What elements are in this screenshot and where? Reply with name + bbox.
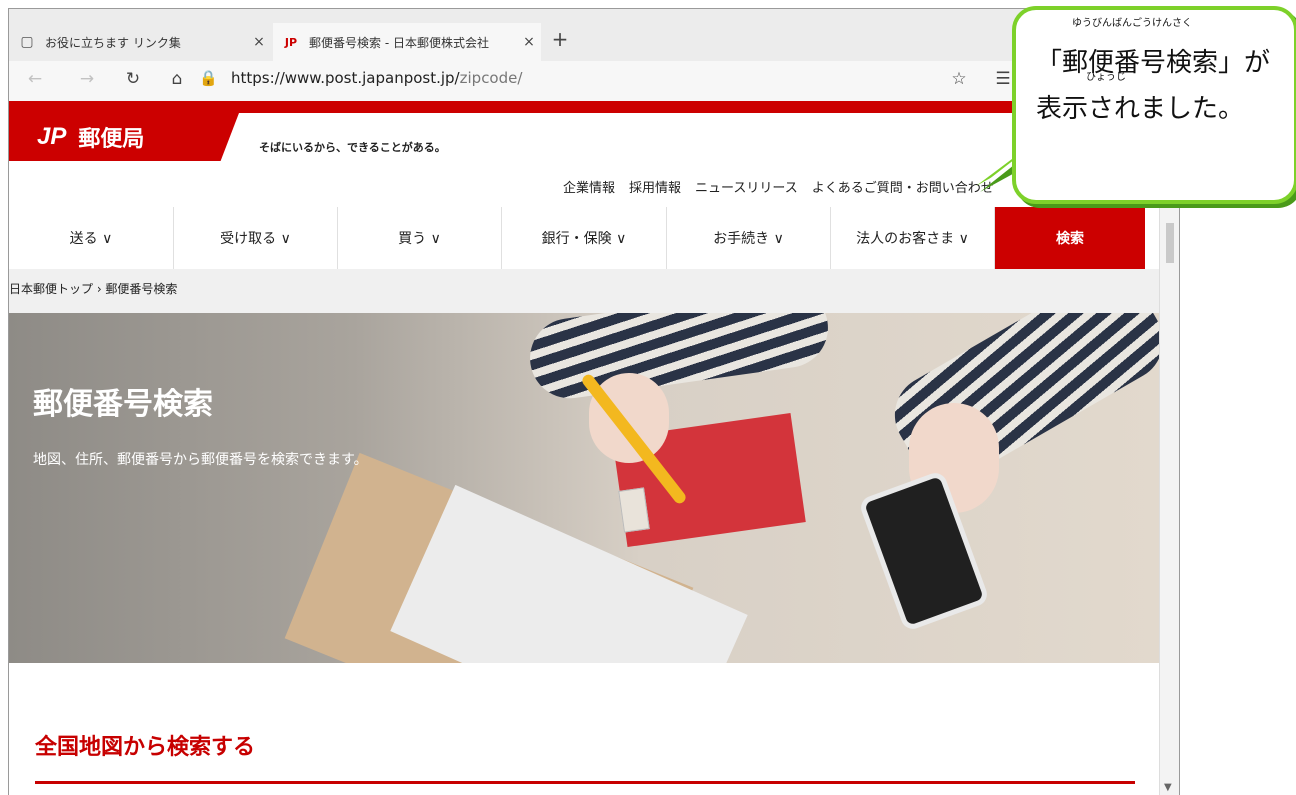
tab-bar: ▢ お役に立ちます リンク集 × JP 郵便番号検索 - 日本郵便株式会社 × …	[9, 9, 1179, 61]
header-red-bar	[9, 101, 1179, 113]
striped-sleeve-image	[524, 313, 834, 404]
nav-receive[interactable]: 受け取る ∨	[174, 207, 338, 269]
tab-zipcode[interactable]: JP 郵便番号検索 - 日本郵便株式会社 ×	[273, 23, 541, 61]
tagline: そばにいるから、できることがある。	[259, 141, 446, 154]
home-icon[interactable]: ⌂	[163, 69, 191, 89]
back-icon[interactable]: ←	[21, 69, 49, 89]
nav-bank-insurance[interactable]: 銀行・保険 ∨	[502, 207, 667, 269]
tab-links[interactable]: ▢ お役に立ちます リンク集 ×	[9, 23, 271, 61]
nav-search-button[interactable]: 検索	[995, 207, 1145, 269]
link-news[interactable]: ニュースリリース	[695, 177, 798, 196]
nav-buy[interactable]: 買う ∨	[338, 207, 502, 269]
page-icon: ▢	[20, 34, 34, 50]
logo-mark: JP	[37, 123, 67, 150]
new-tab-button[interactable]: +	[545, 27, 575, 51]
favorite-star-icon[interactable]: ☆	[945, 69, 973, 89]
global-nav: 送る ∨ 受け取る ∨ 買う ∨ 銀行・保険 ∨ お手続き ∨ 法人のお客さま …	[9, 207, 1179, 269]
section-divider	[35, 781, 1135, 784]
link-recruit[interactable]: 採用情報	[629, 177, 681, 196]
section-title: 全国地図から検索する	[35, 735, 256, 760]
close-icon[interactable]: ×	[247, 34, 271, 50]
callout-text: 「郵便番号検索」が表示されました。	[1036, 48, 1271, 124]
nav-procedures[interactable]: お手続き ∨	[667, 207, 831, 269]
refresh-icon[interactable]: ↻	[119, 69, 147, 89]
forward-icon[interactable]: →	[73, 69, 101, 89]
tab-title: お役に立ちます リンク集	[45, 35, 181, 50]
jp-post-icon: JP	[284, 35, 298, 49]
nav-send[interactable]: 送る ∨	[9, 207, 174, 269]
page-subtitle: 地図、住所、郵便番号から郵便番号を検索できます。	[33, 452, 368, 468]
nav-corporate[interactable]: 法人のお客さま ∨	[831, 207, 995, 269]
address-bar: ← → ↻ ⌂ 🔒 https://www.post.japanpost.jp/…	[9, 61, 1179, 102]
site-logo[interactable]: JP 郵便局	[9, 113, 239, 161]
scrollbar[interactable]: ▼	[1159, 207, 1179, 795]
callout-bubble: ゆうびんばんごうけんさく ひょうじ 「郵便番号検索」が表示されました。	[1012, 6, 1296, 204]
lock-icon: 🔒	[199, 69, 218, 87]
utility-links: 企業情報 採用情報 ニュースリリース よくあるご質問・お問い合わせ	[563, 177, 994, 196]
url-field[interactable]: https://www.post.japanpost.jp/zipcode/	[231, 69, 522, 87]
scroll-down-icon[interactable]: ▼	[1164, 782, 1172, 793]
close-icon[interactable]: ×	[517, 34, 541, 50]
callout-ruby: ゆうびんばんごうけんさく	[1072, 18, 1192, 29]
tab-title: 郵便番号検索 - 日本郵便株式会社	[309, 35, 489, 50]
page-title: 郵便番号検索	[33, 387, 213, 422]
logo-text: 郵便局	[78, 127, 145, 152]
link-company[interactable]: 企業情報	[563, 177, 615, 196]
scrollbar-thumb[interactable]	[1166, 223, 1174, 263]
breadcrumb[interactable]: 日本郵便トップ › 郵便番号検索	[9, 269, 1159, 313]
hero-banner: 郵便番号検索 地図、住所、郵便番号から郵便番号を検索できます。	[9, 313, 1159, 663]
